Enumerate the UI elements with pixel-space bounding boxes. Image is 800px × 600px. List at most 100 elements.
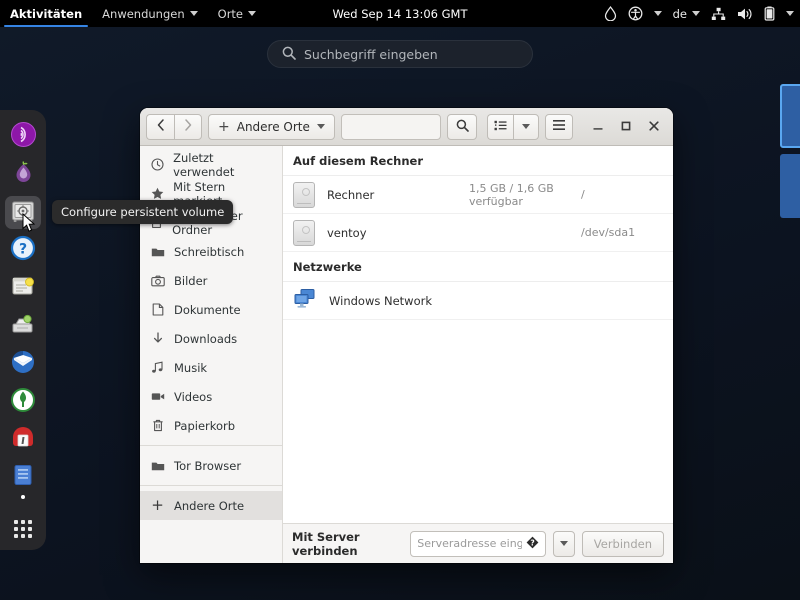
dash-item-keepassxc[interactable] — [5, 385, 41, 419]
hard-disk-icon — [293, 219, 315, 246]
volume-name: Rechner — [327, 187, 375, 202]
network-wired-icon[interactable] — [711, 7, 726, 21]
server-history-dropdown[interactable] — [553, 530, 575, 557]
view-list-button[interactable] — [487, 113, 513, 140]
location-entry[interactable] — [340, 113, 441, 140]
volume-mount-point: /dev/sda1 — [581, 226, 636, 239]
sidebar-item-label: Schreibtisch — [174, 244, 245, 259]
sidebar-item-tor-browser[interactable]: Tor Browser — [140, 451, 282, 480]
sidebar-item-documents[interactable]: Dokumente — [140, 295, 282, 324]
table-row[interactable]: Windows Network — [283, 282, 673, 320]
sidebar-item-music[interactable]: Musik — [140, 353, 282, 382]
window-controls — [585, 114, 667, 140]
files-window: + Andere Orte Zuletzt verwendet Mit Ster… — [140, 108, 673, 563]
search-button[interactable] — [447, 113, 477, 140]
network-workgroup-icon — [293, 288, 317, 313]
key-shield-icon — [10, 387, 36, 417]
connect-button[interactable]: Verbinden — [581, 530, 664, 557]
notes-icon — [10, 273, 36, 303]
accessibility-icon[interactable] — [628, 6, 643, 21]
dash-item-tails-installer[interactable] — [5, 423, 41, 457]
mail-icon — [10, 349, 36, 379]
close-button[interactable] — [641, 114, 667, 140]
applications-menu[interactable]: Anwendungen — [92, 0, 207, 27]
volume-name: ventoy — [327, 225, 367, 240]
view-options-button[interactable] — [513, 113, 539, 140]
dash-item-tor-browser[interactable] — [5, 158, 41, 192]
chevron-down-icon — [692, 11, 700, 16]
keyboard-layout-indicator[interactable]: de — [673, 7, 700, 21]
chevron-down-icon — [248, 11, 257, 16]
server-address-input[interactable]: Serveradresse eingeb... ? — [410, 530, 547, 557]
download-arrow-icon — [150, 332, 165, 345]
other-locations-view: Auf diesem Rechner Rechner 1,5 GB / 1,6 … — [283, 146, 673, 563]
top-bar-left-group: Aktivitäten Anwendungen Orte — [0, 0, 266, 27]
connect-to-server-bar: Mit Server verbinden Serveradresse einge… — [283, 523, 673, 563]
dash-item-gnome-screenshot[interactable] — [5, 309, 41, 343]
sidebar-item-label: Bilder — [174, 273, 208, 288]
document-icon — [150, 303, 165, 316]
sidebar-item-desktop[interactable]: Schreibtisch — [140, 237, 282, 266]
dash-item-show-applications[interactable] — [5, 512, 41, 546]
main-menu-button[interactable] — [545, 113, 573, 140]
sidebar-item-label: Zuletzt verwendet — [173, 150, 235, 179]
running-indicator-dot — [21, 495, 25, 500]
back-button[interactable] — [146, 113, 174, 140]
activities-button[interactable]: Aktivitäten — [0, 0, 92, 27]
connect-button-label: Verbinden — [593, 536, 652, 551]
dash-tooltip: Configure persistent volume — [52, 200, 234, 224]
help-question-icon[interactable]: ? — [526, 534, 539, 553]
overview-search-entry[interactable]: Suchbegriff eingeben — [267, 40, 533, 68]
system-menu-caret-icon[interactable] — [786, 11, 794, 16]
chevron-right-icon — [183, 119, 193, 134]
sidebar-item-label: Videos — [174, 389, 213, 404]
workspace-thumbnail-1[interactable] — [780, 84, 800, 148]
files-icon — [11, 463, 35, 491]
workspace-thumbnail-2[interactable] — [780, 154, 800, 218]
sidebar-item-videos[interactable]: Videos — [140, 382, 282, 411]
plus-icon: + — [218, 118, 230, 135]
dash-item-tor-connection[interactable] — [5, 120, 41, 154]
section-header-network: Netzwerke — [283, 252, 673, 282]
help-circle-icon: ? — [10, 235, 36, 265]
sidebar-item-trash[interactable]: Papierkorb — [140, 411, 282, 440]
sidebar-item-label: Tor Browser — [174, 458, 242, 473]
desktop-screen: Aktivitäten Anwendungen Orte Wed Sep 14 … — [0, 0, 800, 600]
camera-icon — [150, 275, 165, 287]
sidebar-item-pictures[interactable]: Bilder — [140, 266, 282, 295]
forward-button[interactable] — [174, 113, 202, 140]
utilities-icon — [10, 311, 36, 341]
battery-icon[interactable] — [764, 6, 775, 21]
places-menu[interactable]: Orte — [208, 0, 266, 27]
dash-tooltip-label: Configure persistent volume — [61, 205, 225, 219]
video-camera-icon — [150, 391, 165, 402]
water-drop-icon[interactable] — [604, 6, 617, 21]
path-bar-other-locations[interactable]: + Andere Orte — [208, 113, 335, 140]
plus-icon: + — [151, 496, 164, 514]
apps-grid-icon — [14, 520, 32, 539]
dash-item-tails-documentation[interactable]: ? — [5, 233, 41, 267]
hamburger-menu-icon — [552, 119, 566, 134]
maximize-button[interactable] — [613, 114, 639, 140]
minimize-button[interactable] — [585, 114, 611, 140]
activities-label: Aktivitäten — [10, 6, 83, 21]
dash-item-text-editor[interactable] — [5, 271, 41, 305]
search-icon — [456, 119, 469, 135]
sidebar-item-other-locations[interactable]: + Andere Orte — [140, 491, 282, 520]
sidebar-item-downloads[interactable]: Downloads — [140, 324, 282, 353]
dash-item-files[interactable] — [5, 460, 41, 500]
onion-icon — [10, 159, 37, 190]
dash-item-thunderbird[interactable] — [5, 347, 41, 381]
navigation-buttons — [146, 113, 202, 140]
sidebar-item-label: Downloads — [174, 331, 238, 346]
volume-icon[interactable] — [737, 7, 753, 21]
chevron-left-icon — [156, 119, 166, 134]
sidebar-item-recent[interactable]: Zuletzt verwendet — [140, 150, 282, 179]
table-row[interactable]: Rechner 1,5 GB / 1,6 GB verfügbar / — [283, 176, 673, 214]
places-label: Orte — [217, 6, 244, 21]
folder-icon — [150, 460, 165, 472]
accessibility-caret-icon[interactable] — [653, 11, 662, 16]
table-row[interactable]: ventoy /dev/sda1 — [283, 214, 673, 252]
view-mode-buttons — [487, 113, 539, 140]
star-icon — [150, 187, 164, 200]
